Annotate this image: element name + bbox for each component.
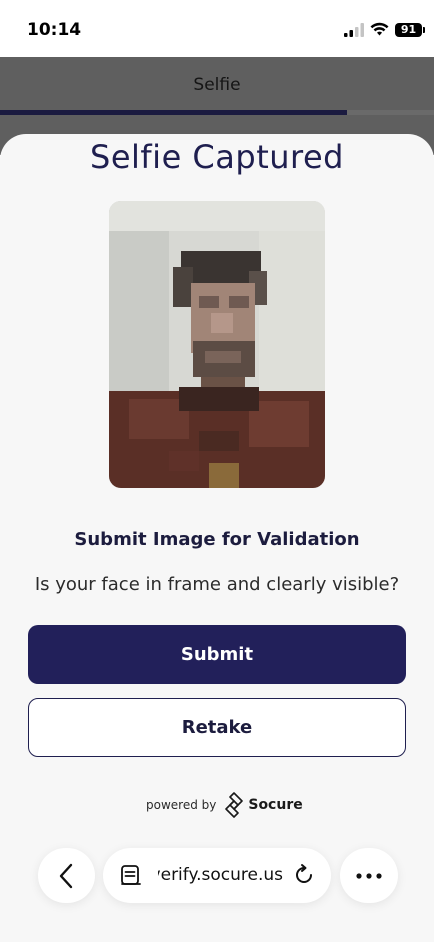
socure-logo-icon [225, 792, 244, 818]
submit-button[interactable]: Submit [28, 625, 406, 684]
sheet-subtitle: Submit Image for Validation [74, 529, 360, 550]
sheet-question: Is your face in frame and clearly visibl… [34, 574, 400, 595]
chevron-left-icon [59, 863, 72, 888]
tabs-icon[interactable] [120, 864, 142, 886]
browser-back-button[interactable] [38, 848, 95, 903]
more-options-button[interactable] [340, 848, 398, 903]
cellular-signal-icon [344, 23, 364, 37]
battery-indicator: 91 [395, 23, 425, 37]
page-title: Selfie [193, 75, 241, 95]
reload-icon[interactable] [292, 863, 316, 887]
socure-brand-name: Socure [248, 797, 303, 813]
selfie-preview-image [109, 201, 325, 488]
status-bar: 10:14 91 [0, 0, 434, 57]
page-header: Selfie [0, 57, 434, 115]
retake-button[interactable]: Retake [28, 698, 406, 757]
address-bar[interactable]: verify.socure.us [103, 848, 331, 903]
pixelated-selfie-photo [109, 201, 325, 488]
status-time: 10:14 [27, 20, 82, 40]
url-text: verify.socure.us [158, 865, 283, 885]
powered-by-text: powered by [146, 798, 217, 812]
wifi-icon [370, 22, 389, 36]
sheet-title: Selfie Captured [90, 138, 344, 176]
powered-by-footer: powered by Socure [146, 790, 303, 820]
selfie-review-sheet: Selfie Captured Submit Image for Validat… [0, 134, 434, 942]
more-icon [356, 872, 382, 879]
